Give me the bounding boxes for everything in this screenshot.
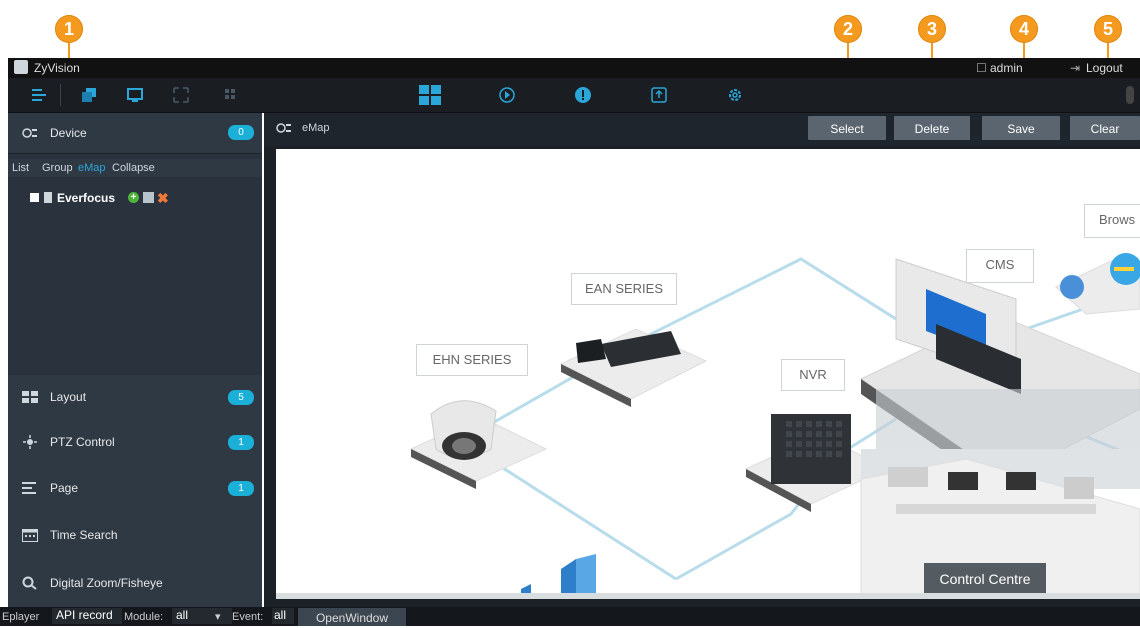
- map-file-icon: [44, 192, 52, 203]
- app-title: ZyVision: [34, 61, 80, 75]
- callout-5: 5: [1094, 15, 1122, 43]
- tab-group[interactable]: Group: [42, 162, 73, 174]
- callout-3: 3: [918, 15, 946, 43]
- module-label: Module:: [124, 611, 164, 623]
- callout-1: 1: [55, 15, 83, 43]
- horizontal-scrollbar[interactable]: [276, 593, 1140, 599]
- page-icon: [22, 482, 36, 494]
- section-zoom-label: Digital Zoom/Fisheye: [50, 576, 163, 590]
- fullscreen-icon[interactable]: [172, 86, 190, 104]
- logout-icon: ⇥: [1070, 61, 1081, 75]
- layout-count-badge: 5: [228, 390, 254, 405]
- ptz-count-badge: 1: [228, 435, 254, 450]
- section-time-search[interactable]: Time Search: [8, 511, 262, 560]
- ehn-camera-platform: [409, 400, 548, 489]
- callout-4: 4: [1010, 15, 1038, 43]
- delete-icon[interactable]: ✖: [157, 190, 169, 207]
- add-icon[interactable]: +: [128, 192, 139, 203]
- label-ehn-series: EHN SERIES: [416, 344, 528, 376]
- label-cms: CMS: [966, 249, 1034, 283]
- main-toolbar: [8, 78, 1140, 113]
- section-digital-zoom[interactable]: Digital Zoom/Fisheye: [8, 559, 262, 608]
- page-count-badge: 1: [228, 481, 254, 496]
- device-tabs: List Group eMap Collapse: [8, 159, 262, 177]
- emap-canvas[interactable]: EHN SERIES EAN SERIES NVR CMS Brows Cont…: [276, 149, 1140, 599]
- tree-item-everfocus[interactable]: Everfocus + ✖: [30, 190, 230, 207]
- emap-icon: [276, 123, 291, 133]
- app-logo-icon: [14, 60, 28, 74]
- label-control-centre: Control Centre: [924, 563, 1046, 595]
- module-select[interactable]: all: [172, 608, 232, 624]
- section-page[interactable]: Page 1: [8, 465, 262, 512]
- section-layout-label: Layout: [50, 390, 87, 404]
- tab-emap[interactable]: eMap: [78, 162, 106, 174]
- user-name: admin: [990, 61, 1023, 75]
- layout-grid-icon[interactable]: [418, 84, 442, 106]
- tab-list[interactable]: List: [12, 162, 29, 174]
- playback-icon[interactable]: [498, 86, 516, 104]
- grid-small-icon[interactable]: [222, 86, 240, 104]
- checkbox-icon[interactable]: [30, 193, 39, 202]
- settings-gear-icon[interactable]: [726, 86, 744, 104]
- ptz-icon: [23, 435, 37, 449]
- logout-link[interactable]: Logout: [1086, 61, 1123, 75]
- event-label: Event:: [232, 611, 264, 623]
- select-button[interactable]: Select: [808, 116, 886, 140]
- lock-icon[interactable]: [1126, 86, 1134, 104]
- section-layout[interactable]: Layout 5: [8, 375, 262, 420]
- tab-collapse[interactable]: Collapse: [112, 162, 155, 174]
- device-title: Device: [50, 126, 87, 140]
- calendar-icon: [22, 529, 38, 542]
- label-nvr: NVR: [781, 359, 845, 391]
- tree-item-label: Everfocus: [57, 191, 116, 205]
- user-icon: ☐: [976, 61, 987, 75]
- device-icon: [22, 128, 37, 138]
- alert-icon[interactable]: [574, 86, 592, 104]
- edit-icon[interactable]: [143, 192, 154, 203]
- monitor-icon[interactable]: [126, 86, 144, 104]
- section-ptz-label: PTZ Control: [50, 435, 115, 449]
- toolbar-divider: [60, 84, 61, 106]
- callout-2: 2: [834, 15, 862, 43]
- windows-icon[interactable]: [80, 86, 98, 104]
- eplayer-select[interactable]: API record: [52, 608, 122, 624]
- label-ean-series: EAN SERIES: [571, 273, 677, 305]
- save-button[interactable]: Save: [982, 116, 1060, 140]
- section-time-search-label: Time Search: [50, 528, 118, 542]
- clear-button[interactable]: Clear: [1070, 116, 1140, 140]
- list-view-icon[interactable]: [30, 86, 48, 104]
- title-bar: ZyVision ☐ admin ⇥ Logout: [8, 58, 1140, 78]
- tab-openwindow[interactable]: OpenWindow: [298, 608, 406, 626]
- ean-camera-platform: [559, 328, 708, 407]
- browser-platform: [1055, 253, 1140, 315]
- eplayer-label: Eplayer: [2, 611, 40, 623]
- zoom-icon: [22, 576, 37, 590]
- delete-button[interactable]: Delete: [894, 116, 970, 140]
- label-browser: Brows: [1084, 204, 1140, 238]
- event-select[interactable]: all: [272, 608, 294, 624]
- section-page-label: Page: [50, 481, 79, 495]
- emap-title: eMap: [302, 122, 330, 134]
- map-illustration: [409, 253, 1140, 599]
- status-bar: Eplayer API record Module: all ▾ Event: …: [0, 607, 1140, 626]
- section-ptz-control[interactable]: PTZ Control 1: [8, 419, 262, 466]
- chevron-down-icon[interactable]: ▾: [215, 610, 221, 623]
- device-count-badge: 0: [228, 125, 254, 140]
- device-header[interactable]: Device 0: [8, 113, 262, 154]
- export-icon[interactable]: [650, 86, 668, 104]
- sidebar: Device 0 List Group eMap Collapse Everfo…: [8, 113, 262, 608]
- layout-icon: [22, 391, 38, 403]
